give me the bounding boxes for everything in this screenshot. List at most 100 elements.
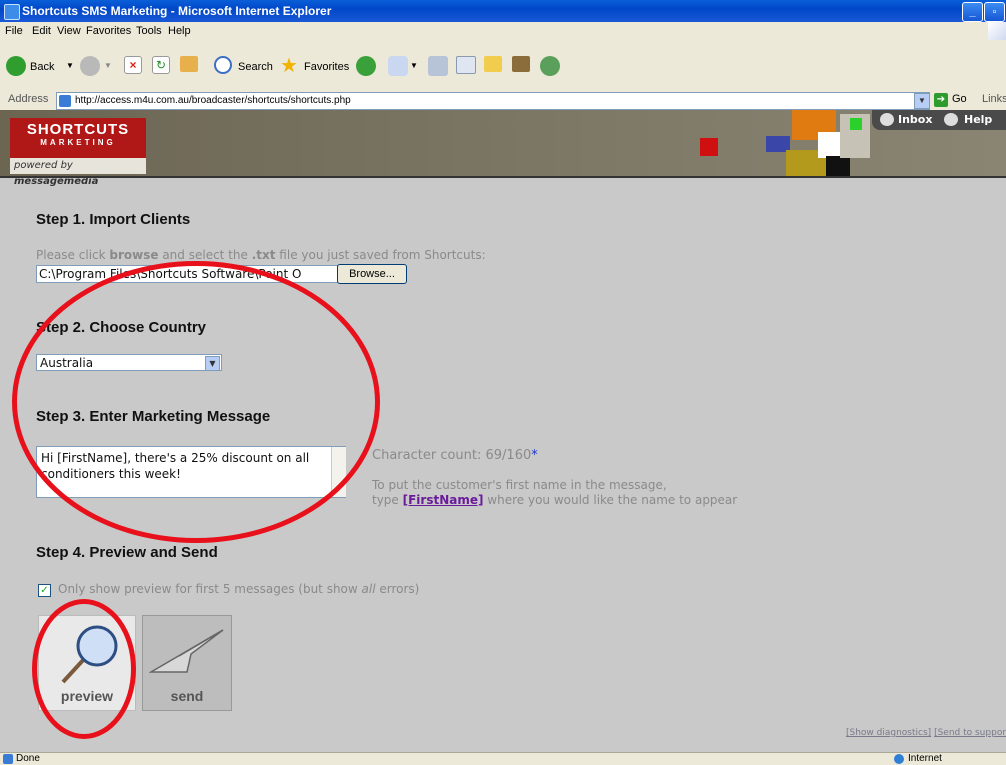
refresh-button[interactable]: ↻ xyxy=(152,53,172,77)
help-link[interactable]: Help xyxy=(964,113,992,126)
favorites-button[interactable]: ★ Favorites xyxy=(280,53,352,77)
address-bar: Address http://access.m4u.com.au/broadca… xyxy=(0,90,1006,111)
chevron-down-icon[interactable]: ▼ xyxy=(205,356,220,371)
preview-button[interactable]: preview xyxy=(38,615,136,711)
browse-button[interactable]: Browse... xyxy=(337,264,407,284)
inbox-icon xyxy=(880,113,894,126)
header-banner: SHORTCUTS MARKETING powered by messageme… xyxy=(0,110,1006,187)
firstname-token-link[interactable]: [FirstName] xyxy=(403,493,484,507)
character-count-asterisk: * xyxy=(531,448,538,463)
forward-dropdown-icon[interactable]: ▼ xyxy=(104,61,112,70)
inbox-link[interactable]: Inbox xyxy=(898,113,932,126)
back-button[interactable]: Back ▼ xyxy=(6,53,76,77)
preview-label: preview xyxy=(60,688,114,704)
messenger-icon xyxy=(540,56,560,76)
tip-post: where you would like the name to appear xyxy=(483,493,738,507)
character-count-text: Character count: 69/160 xyxy=(372,448,532,463)
history-button[interactable] xyxy=(356,53,378,77)
page-content: SHORTCUTS MARKETING powered by messageme… xyxy=(0,110,1006,752)
menu-view[interactable]: View xyxy=(57,25,81,37)
research-button[interactable] xyxy=(512,53,534,77)
menu-edit[interactable]: Edit xyxy=(32,25,51,37)
print-icon xyxy=(428,56,448,76)
menu-favorites[interactable]: Favorites xyxy=(86,25,131,37)
edit-button[interactable] xyxy=(456,53,478,77)
instruction-pre: Please click xyxy=(36,248,110,262)
page-status-icon xyxy=(3,754,13,764)
step1-heading: Step 1. Import Clients xyxy=(36,211,191,228)
back-arrow-icon xyxy=(6,56,26,76)
send-label: send xyxy=(170,688,204,704)
search-button[interactable]: Search xyxy=(214,53,274,77)
magnifier-icon xyxy=(61,625,118,684)
history-icon xyxy=(356,56,376,76)
browser-toolbar: Back ▼ ▼ × ↻ Search ★ Favorites ▼ xyxy=(0,40,1006,91)
instruction-browse: browse xyxy=(109,248,159,262)
preview-only-label: Only show preview for first 5 messages (… xyxy=(58,582,419,596)
print-button[interactable] xyxy=(428,53,450,77)
character-count: Character count: 69/160* xyxy=(372,448,538,463)
status-bar: Done Internet xyxy=(0,752,1006,765)
help-icon xyxy=(944,113,958,126)
forward-arrow-icon xyxy=(80,56,100,76)
address-dropdown-icon[interactable]: ▼ xyxy=(914,93,930,109)
step3-heading: Step 3. Enter Marketing Message xyxy=(36,408,271,425)
send-button[interactable]: send xyxy=(142,615,232,711)
firstname-tip-line1: To put the customer's first name in the … xyxy=(372,478,667,492)
ie-app-icon xyxy=(4,4,20,20)
menu-tools[interactable]: Tools xyxy=(136,25,162,37)
menu-file[interactable]: File xyxy=(5,25,23,37)
page-icon xyxy=(59,95,71,107)
send-to-support-link[interactable]: [Send to support] xyxy=(934,728,1006,738)
logo-line-1: SHORTCUTS xyxy=(26,121,130,138)
back-dropdown-icon[interactable]: ▼ xyxy=(66,61,74,70)
maximize-icon[interactable]: ▫ xyxy=(984,2,1005,22)
footer-links: [Show diagnostics] [Send to support] xyxy=(846,728,1006,738)
favorites-label: Favorites xyxy=(304,61,350,73)
mail-dropdown-icon[interactable]: ▼ xyxy=(410,61,418,70)
account-links: Inbox Help xyxy=(872,110,1006,130)
messenger-button[interactable] xyxy=(540,53,562,77)
go-button[interactable]: Go xyxy=(952,93,967,105)
address-input[interactable]: http://access.m4u.com.au/broadcaster/sho… xyxy=(56,92,930,110)
logo-line-2: MARKETING xyxy=(40,138,116,147)
preview-only-checkbox[interactable]: ✓ xyxy=(38,584,51,597)
home-button[interactable] xyxy=(180,53,200,77)
country-select[interactable]: Australia ▼ xyxy=(36,354,222,371)
stop-button[interactable]: × xyxy=(124,53,144,77)
back-label: Back xyxy=(30,61,55,73)
country-value: Australia xyxy=(40,356,94,370)
preview-only-em: all xyxy=(361,582,376,596)
security-zone: Internet xyxy=(908,753,942,764)
banner-divider xyxy=(0,176,1006,178)
decor-square-red xyxy=(700,138,718,156)
textarea-scrollbar[interactable] xyxy=(331,447,346,497)
star-icon: ★ xyxy=(280,55,298,77)
forward-button[interactable]: ▼ xyxy=(80,53,116,77)
search-icon xyxy=(214,56,232,74)
window-title-bar: Shortcuts SMS Marketing - Microsoft Inte… xyxy=(0,0,1006,22)
globe-icon xyxy=(894,754,904,764)
step4-heading: Step 4. Preview and Send xyxy=(36,544,218,561)
instruction-txt: .txt xyxy=(251,248,276,262)
show-diagnostics-link[interactable]: [Show diagnostics] xyxy=(846,728,931,738)
firstname-tip-line2: type [FirstName] where you would like th… xyxy=(372,493,737,507)
menu-help[interactable]: Help xyxy=(168,25,191,37)
address-url: http://access.m4u.com.au/broadcaster/sho… xyxy=(75,95,351,106)
annotation-ellipse-steps xyxy=(12,261,380,543)
windows-logo-icon xyxy=(988,22,1006,40)
minimize-icon[interactable]: _ xyxy=(962,2,983,22)
menu-bar: File Edit View Favorites Tools Help xyxy=(0,22,1006,40)
status-text: Done xyxy=(16,753,40,764)
decor-square-green xyxy=(850,118,862,130)
message-textarea[interactable]: Hi [FirstName], there's a 25% discount o… xyxy=(36,446,346,498)
step1-instruction: Please click browse and select the .txt … xyxy=(36,248,486,262)
mail-button[interactable]: ▼ xyxy=(388,53,422,77)
links-button[interactable]: Links xyxy=(982,93,1006,105)
decor-square-black xyxy=(826,156,850,176)
file-path-input[interactable]: C:\Program Files\Shortcuts Software\Poin… xyxy=(36,265,338,283)
powered-prefix: powered by xyxy=(14,160,73,171)
go-arrow-icon[interactable]: ➔ xyxy=(934,93,948,107)
instruction-mid: and select the xyxy=(158,248,252,262)
folder-button[interactable] xyxy=(484,53,506,77)
